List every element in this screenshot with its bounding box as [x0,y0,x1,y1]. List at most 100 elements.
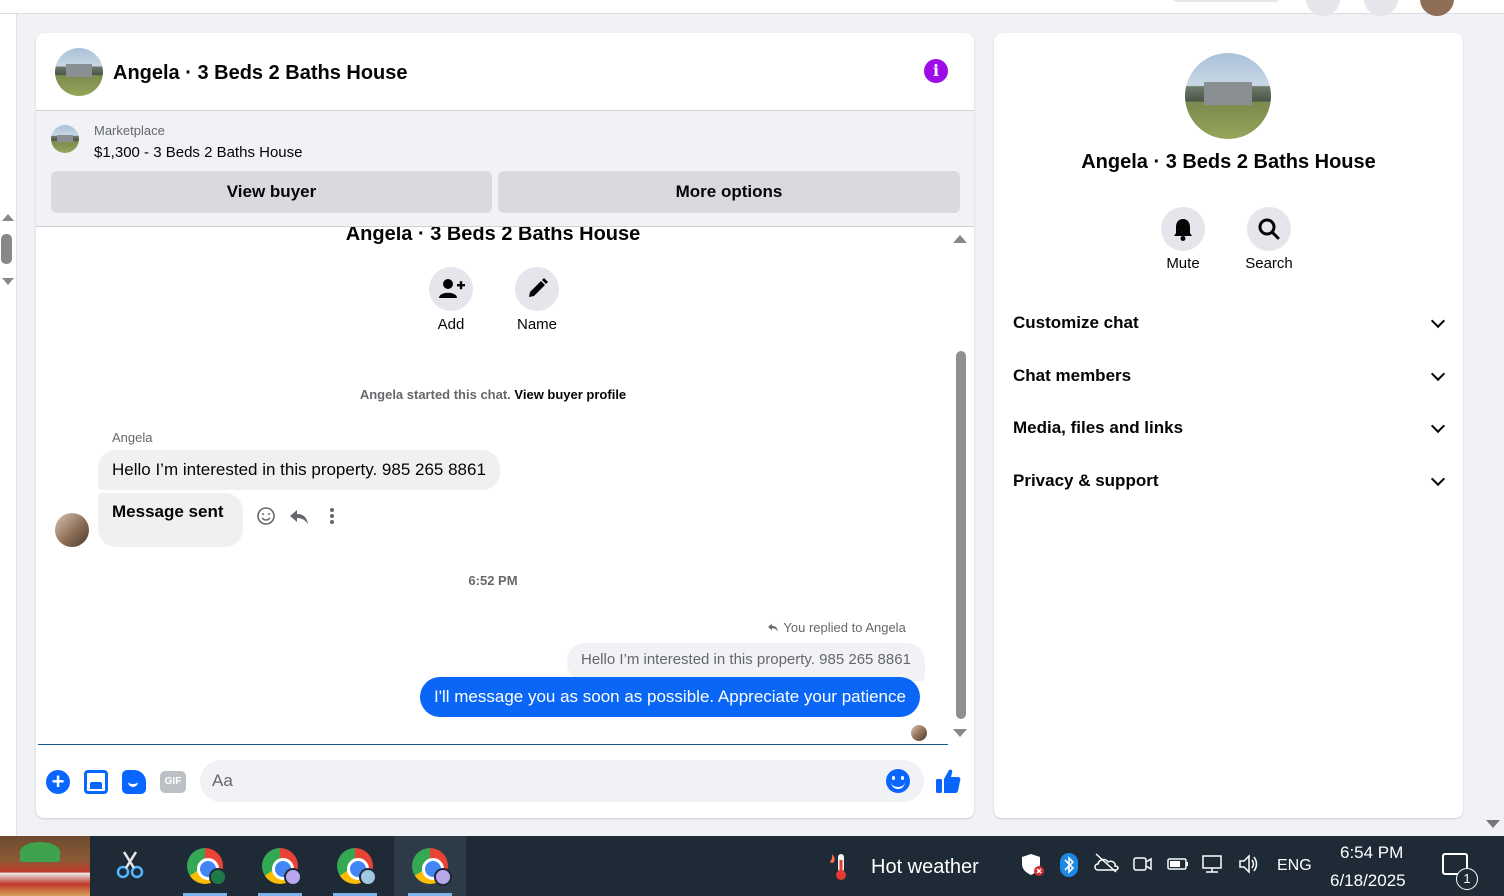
search-label: Search [1245,255,1293,272]
language-indicator[interactable]: ENG [1277,857,1312,875]
section-chat-members[interactable]: Chat members [1013,361,1446,391]
notification-count-badge: 1 [1456,868,1478,890]
battery-icon[interactable] [1166,852,1190,876]
sticker-icon[interactable] [122,770,146,794]
taskbar-chrome-4-active[interactable] [394,836,466,896]
message-thread: Angela · 3 Beds 2 Baths House Add Name A… [36,227,974,745]
section-label: Privacy & support [1013,471,1159,490]
sender-avatar[interactable] [55,513,89,547]
timestamp-separator: 6:52 PM [468,573,518,588]
chat-header: Angela · 3 Beds 2 Baths House i [36,33,974,111]
thread-scroll-thumb[interactable] [956,351,966,719]
listing-source: Marketplace [94,123,165,138]
message-input[interactable] [212,760,872,802]
top-menu-icon[interactable] [1306,0,1340,16]
scroll-up-arrow-icon[interactable] [2,214,14,221]
profile-badge-icon [359,868,377,886]
profile-badge-icon [209,868,227,886]
incoming-message[interactable]: Hello I’m interested in this property. 9… [98,450,500,490]
reply-context: You replied to Angela [766,620,906,635]
chat-title[interactable]: Angela · 3 Beds 2 Baths House [113,62,408,85]
reply-icon[interactable] [288,505,310,527]
more-options-button[interactable]: More options [498,171,960,213]
profile-badge-icon [434,868,452,886]
gif-icon[interactable]: GIF [160,771,186,793]
thumbs-up-icon[interactable] [934,767,962,795]
quoted-message[interactable]: Hello I’m interested in this property. 9… [567,643,925,681]
taskbar-chrome-1[interactable] [169,836,241,896]
section-label: Chat members [1013,366,1132,385]
section-privacy-support[interactable]: Privacy & support [1013,466,1446,496]
outgoing-message[interactable]: I'll message you as soon as possible. Ap… [420,677,920,717]
chevron-down-icon [1430,471,1446,487]
profile-badge-icon [284,868,302,886]
section-label: Customize chat [1013,313,1139,332]
chat-started-text: Angela started this chat. [359,387,511,402]
person-add-icon [439,279,465,298]
message-input-container[interactable] [200,760,924,802]
reply-indicator-icon [768,623,778,632]
security-shield-icon[interactable] [1020,852,1046,878]
side-panel-title: Angela · 3 Beds 2 Baths House [1081,151,1376,173]
bluetooth-icon[interactable] [1059,852,1079,878]
marketplace-listing-banner: Marketplace $1,300 - 3 Beds 2 Baths Hous… [36,111,974,227]
thermometer-icon[interactable] [826,852,854,882]
taskbar-chrome-3[interactable] [319,836,391,896]
more-attachments-icon[interactable]: + [46,770,70,794]
listing-thumbnail[interactable] [51,125,79,153]
conversation-info-panel: Angela · 3 Beds 2 Baths House Mute Searc… [994,33,1463,818]
seen-avatar [911,725,927,741]
chevron-down-icon [1430,366,1446,382]
picnic-basket-icon[interactable] [0,836,90,896]
search-button[interactable] [1247,207,1291,251]
chat-avatar[interactable] [55,48,103,96]
page-scroll-down-arrow-icon[interactable] [1486,820,1500,828]
name-label: Name [516,316,557,333]
incoming-message[interactable]: Message sent [98,493,243,547]
chevron-down-icon [1430,418,1446,434]
chat-panel: Angela · 3 Beds 2 Baths House i Marketpl… [36,33,974,818]
network-icon[interactable] [1200,852,1226,876]
reply-context-label: You replied to Angela [783,620,906,635]
name-chat-button[interactable] [515,267,559,311]
profile-photo[interactable] [1185,53,1271,139]
sender-name: Angela [112,430,153,445]
thread-scroll-down-icon[interactable] [953,729,967,737]
more-actions-icon[interactable] [324,505,340,527]
add-people-button[interactable] [429,267,473,311]
mute-button[interactable] [1161,207,1205,251]
weather-text[interactable]: Hot weather [871,856,979,879]
volume-icon[interactable] [1237,852,1261,876]
react-emoji-icon[interactable] [255,505,277,527]
pencil-icon [529,278,548,297]
thread-scroll-up-icon[interactable] [953,235,967,243]
onedrive-icon[interactable] [1092,852,1120,874]
listing-title[interactable]: $1,300 - 3 Beds 2 Baths House [94,144,302,161]
top-search-pill[interactable] [1170,0,1282,2]
clock-date[interactable]: 6/18/2025 [1330,871,1406,891]
taskbar-chrome-2[interactable] [244,836,316,896]
left-scrollbar[interactable] [0,14,17,836]
browser-top-strip [0,0,1504,16]
top-profile-avatar[interactable] [1420,0,1454,16]
bell-icon [1174,219,1192,241]
thread-scrollbar[interactable] [950,227,970,745]
clock-time[interactable]: 6:54 PM [1340,843,1403,863]
scroll-thumb[interactable] [1,234,12,264]
mute-label: Mute [1166,255,1200,272]
section-media-files-links[interactable]: Media, files and links [1013,413,1446,443]
message-composer: + GIF [36,745,974,818]
camera-app-icon[interactable] [1131,852,1153,876]
chevron-down-icon [1430,313,1446,329]
attach-photo-icon[interactable] [84,770,108,794]
thread-title: Angela · 3 Beds 2 Baths House [345,227,641,245]
section-customize-chat[interactable]: Customize chat [1013,308,1446,338]
conversation-info-icon[interactable]: i [924,59,948,83]
top-notifications-icon[interactable] [1364,0,1398,16]
snipping-tool-icon[interactable] [112,848,148,884]
scroll-down-arrow-icon[interactable] [2,278,14,285]
view-buyer-button[interactable]: View buyer [51,171,492,213]
emoji-icon[interactable] [886,769,910,793]
view-buyer-profile-link[interactable]: View buyer profile [514,387,626,402]
chat-started-notice: Angela started this chat. View buyer pro… [36,387,950,402]
